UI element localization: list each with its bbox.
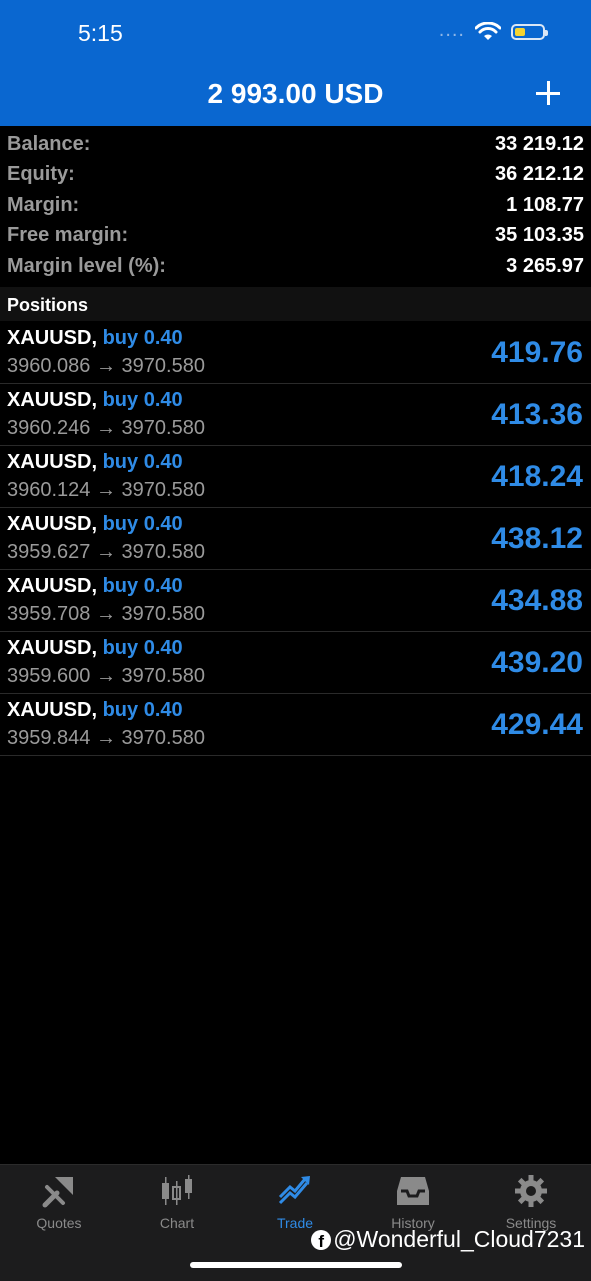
battery-icon xyxy=(511,24,548,40)
position-profit: 438.12 xyxy=(491,522,583,555)
free-margin-value: 35 103.35 xyxy=(495,224,584,247)
equity-label: Equity: xyxy=(7,163,75,186)
position-row[interactable]: XAUUSD, buy 0.40 3960.246 → 3970.580 413… xyxy=(0,384,591,446)
cellular-signal-icon: .... xyxy=(438,19,465,41)
position-profit: 413.36 xyxy=(491,398,583,431)
position-symbol: XAUUSD, xyxy=(7,451,98,473)
margin-label: Margin: xyxy=(7,193,80,216)
position-row[interactable]: XAUUSD, buy 0.40 3959.627 → 3970.580 438… xyxy=(0,508,591,570)
wifi-icon xyxy=(475,22,501,40)
position-symbol: XAUUSD, xyxy=(7,513,98,535)
position-side: buy 0.40 xyxy=(102,513,183,535)
facebook-icon: f xyxy=(311,1229,332,1250)
tab-history[interactable]: History xyxy=(354,1165,472,1235)
position-prices: 3960.086 → 3970.580 xyxy=(7,355,205,377)
tab-settings[interactable]: Settings xyxy=(472,1165,590,1235)
position-prices: 3959.627 → 3970.580 xyxy=(7,541,205,563)
position-profit: 439.20 xyxy=(491,646,583,679)
candlestick-icon xyxy=(162,1175,192,1205)
position-side: buy 0.40 xyxy=(102,451,183,473)
position-symbol: XAUUSD, xyxy=(7,699,98,721)
trade-icon xyxy=(278,1176,310,1205)
position-row[interactable]: XAUUSD, buy 0.40 3960.086 → 3970.580 419… xyxy=(0,322,591,384)
tab-trade[interactable]: Trade xyxy=(236,1165,354,1235)
tab-label: Quotes xyxy=(36,1215,82,1231)
tab-chart[interactable]: Chart xyxy=(118,1165,236,1235)
position-symbol: XAUUSD, xyxy=(7,637,98,659)
account-profit-title: 2 993.00 USD xyxy=(207,78,384,109)
status-time: 5:15 xyxy=(78,20,123,46)
free-margin-label: Free margin: xyxy=(7,224,129,247)
watermark: f @Wonderful_Cloud7231 xyxy=(311,1226,585,1253)
position-prices: 3959.708 → 3970.580 xyxy=(7,603,205,625)
position-profit: 434.88 xyxy=(491,584,583,617)
position-side: buy 0.40 xyxy=(102,699,183,721)
position-symbol: XAUUSD, xyxy=(7,327,98,349)
summary-row-margin-level: Margin level (%): 3 265.97 xyxy=(0,251,591,282)
tab-label: Chart xyxy=(159,1215,195,1231)
position-side: buy 0.40 xyxy=(102,389,183,411)
position-symbol: XAUUSD, xyxy=(7,389,98,411)
position-prices: 3959.600 → 3970.580 xyxy=(7,665,205,687)
position-side: buy 0.40 xyxy=(102,637,183,659)
position-row[interactable]: XAUUSD, buy 0.40 3960.124 → 3970.580 418… xyxy=(0,446,591,508)
margin-value: 1 108.77 xyxy=(506,193,584,216)
summary-row-free-margin: Free margin: 35 103.35 xyxy=(0,221,591,252)
position-profit: 429.44 xyxy=(491,708,583,741)
position-row[interactable]: XAUUSD, buy 0.40 3959.708 → 3970.580 434… xyxy=(0,570,591,632)
status-icons: .... xyxy=(438,19,548,42)
position-row[interactable]: XAUUSD, buy 0.40 3959.844 → 3970.580 429… xyxy=(0,694,591,756)
positions-list: XAUUSD, buy 0.40 3960.086 → 3970.580 419… xyxy=(0,322,591,756)
position-prices: 3959.844 → 3970.580 xyxy=(7,727,205,749)
account-summary: Balance: 33 219.12 Equity: 36 212.12 Mar… xyxy=(0,129,591,282)
quotes-icon xyxy=(42,1177,73,1208)
positions-section-header: Positions xyxy=(0,287,591,321)
position-profit: 419.76 xyxy=(491,336,583,369)
tab-quotes[interactable]: Quotes xyxy=(0,1165,118,1235)
app-header: 5:15 .... 2 993.00 USD xyxy=(0,0,591,126)
summary-row-equity: Equity: 36 212.12 xyxy=(0,160,591,191)
position-profit: 418.24 xyxy=(491,460,583,493)
margin-level-label: Margin level (%): xyxy=(7,254,166,277)
plus-icon[interactable] xyxy=(533,78,563,108)
position-row[interactable]: XAUUSD, buy 0.40 3959.600 → 3970.580 439… xyxy=(0,632,591,694)
balance-value: 33 219.12 xyxy=(495,132,584,155)
equity-value: 36 212.12 xyxy=(495,163,584,186)
margin-level-value: 3 265.97 xyxy=(506,254,584,277)
watermark-text: @Wonderful_Cloud7231 xyxy=(333,1226,585,1252)
summary-row-balance: Balance: 33 219.12 xyxy=(0,129,591,160)
gear-icon xyxy=(515,1175,547,1207)
home-indicator xyxy=(190,1262,402,1268)
summary-row-margin: Margin: 1 108.77 xyxy=(0,190,591,221)
position-side: buy 0.40 xyxy=(102,575,183,597)
position-symbol: XAUUSD, xyxy=(7,575,98,597)
position-side: buy 0.40 xyxy=(102,327,183,349)
balance-label: Balance: xyxy=(7,132,91,155)
inbox-icon xyxy=(397,1177,429,1205)
position-prices: 3960.246 → 3970.580 xyxy=(7,417,205,439)
position-prices: 3960.124 → 3970.580 xyxy=(7,479,205,501)
